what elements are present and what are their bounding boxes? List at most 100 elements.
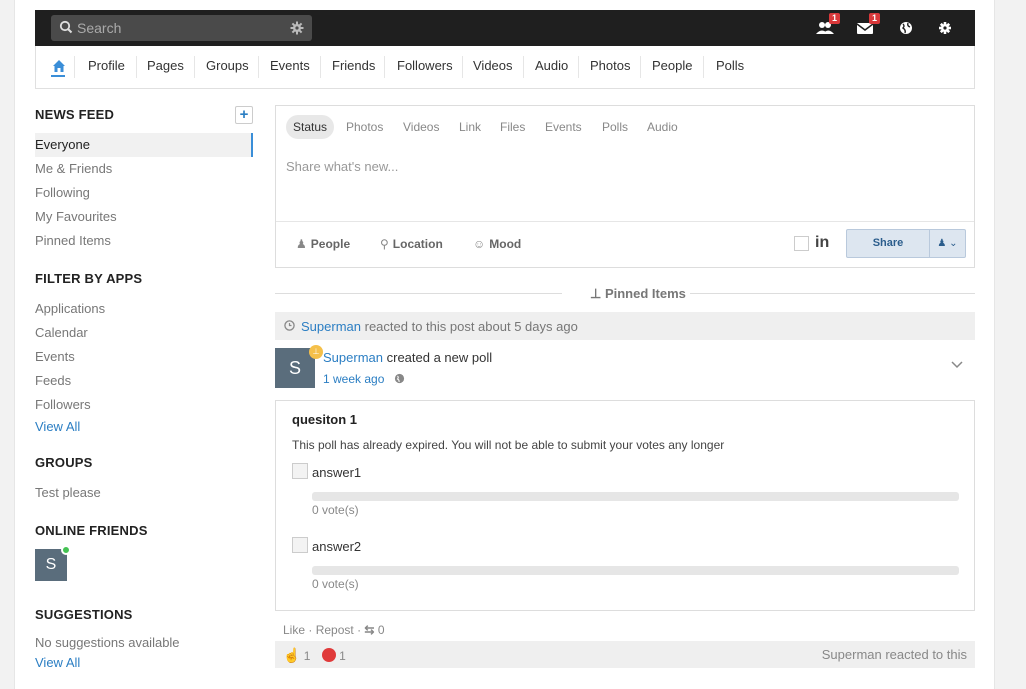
poll-answer-bar xyxy=(312,566,959,575)
nav-item-polls[interactable]: Polls xyxy=(716,58,744,73)
messages-icon[interactable]: 1 xyxy=(855,13,880,38)
like-link[interactable]: Like xyxy=(283,623,305,637)
nav-separator xyxy=(703,56,704,78)
poll-answer-checkbox[interactable] xyxy=(292,463,308,479)
suggestions-view-all-link[interactable]: View All xyxy=(35,655,80,670)
repost-icon: ⇆ xyxy=(364,623,375,637)
reactions-summary-bar: ☝ 1 1 Superman reacted to this xyxy=(275,641,975,668)
tab-files[interactable]: Files xyxy=(500,120,525,134)
tab-status[interactable]: Status xyxy=(286,115,335,139)
online-status-dot xyxy=(61,545,71,555)
post-time-text: 1 week ago xyxy=(323,372,385,386)
post-action-text: created a new poll xyxy=(386,350,493,365)
post-timestamp[interactable]: 1 week ago xyxy=(323,372,405,386)
location-button[interactable]: ⚲ Location xyxy=(380,237,443,251)
nav-item-videos[interactable]: Videos xyxy=(473,58,513,73)
online-friend-avatar[interactable]: S xyxy=(35,545,71,581)
tab-videos[interactable]: Videos xyxy=(403,120,439,134)
nav-item-events[interactable]: Events xyxy=(270,58,310,73)
nav-item-followers[interactable]: Followers xyxy=(397,58,453,73)
feed-item-following[interactable]: Following xyxy=(35,185,90,200)
reacted-text: reacted to this post about 5 days ago xyxy=(364,319,578,334)
globe-icon[interactable] xyxy=(896,18,916,38)
nav-item-friends[interactable]: Friends xyxy=(332,58,375,73)
reacted-summary-text: Superman reacted to this xyxy=(821,647,967,662)
feed-item-pinned[interactable]: Pinned Items xyxy=(35,233,111,248)
nav-separator xyxy=(640,56,641,78)
nav-item-audio[interactable]: Audio xyxy=(535,58,568,73)
suggestions-title: SUGGESTIONS xyxy=(35,607,133,622)
feed-item-favourites[interactable]: My Favourites xyxy=(35,209,117,224)
filter-item-applications[interactable]: Applications xyxy=(35,301,105,316)
nav-separator xyxy=(384,56,385,78)
post-actions: Like · Repost · ⇆ 0 xyxy=(283,623,385,637)
pinned-items-text: Pinned Items xyxy=(604,286,686,301)
group-item[interactable]: Test please xyxy=(35,485,101,500)
public-globe-icon xyxy=(394,373,404,384)
tab-photos[interactable]: Photos xyxy=(346,120,383,134)
nav-separator xyxy=(462,56,463,78)
pinned-badge-icon: ⊥ xyxy=(309,345,323,359)
chevron-down-icon: ⌄ xyxy=(946,238,958,249)
post-author-link[interactable]: Superman xyxy=(323,350,383,365)
reacted-user-link[interactable]: Superman xyxy=(301,319,361,334)
repost-count: 0 xyxy=(377,623,385,637)
privacy-dropdown[interactable]: ♟ ⌄ xyxy=(930,229,966,258)
tab-audio[interactable]: Audio xyxy=(647,120,678,134)
friend-requests-icon[interactable]: 1 xyxy=(815,13,840,38)
settings-gear-icon[interactable] xyxy=(935,18,955,38)
nav-item-people[interactable]: People xyxy=(652,58,692,73)
tag-people-button[interactable]: ♟ People xyxy=(296,237,350,251)
search-box[interactable] xyxy=(51,15,312,41)
filter-item-calendar[interactable]: Calendar xyxy=(35,325,88,340)
add-feed-button[interactable]: + xyxy=(235,106,253,124)
separator-dot: · xyxy=(308,623,316,637)
poll-answer-checkbox[interactable] xyxy=(292,537,308,553)
tab-polls[interactable]: Polls xyxy=(602,120,628,134)
status-textarea[interactable]: Share what's new... xyxy=(286,159,398,174)
linkedin-checkbox[interactable] xyxy=(794,236,809,251)
pinned-divider-left xyxy=(275,293,562,294)
filter-item-events[interactable]: Events xyxy=(35,349,75,364)
post-options-chevron-icon[interactable] xyxy=(951,358,963,370)
pinned-items-label: ⊥ Pinned Items xyxy=(590,286,686,302)
mood-button[interactable]: ☺ Mood xyxy=(473,237,521,251)
feed-item-everyone[interactable]: Everyone xyxy=(35,137,90,152)
filter-item-feeds[interactable]: Feeds xyxy=(35,373,71,388)
suggestions-empty-text: No suggestions available xyxy=(35,635,180,650)
pinned-divider-right xyxy=(690,293,975,294)
reaction-counts[interactable]: ☝ 1 1 xyxy=(283,647,346,664)
nav-separator xyxy=(194,56,195,78)
nav-item-profile[interactable]: Profile xyxy=(88,58,125,73)
nav-item-photos[interactable]: Photos xyxy=(590,58,630,73)
friend-initial: S xyxy=(45,556,57,573)
tab-events[interactable]: Events xyxy=(545,120,582,134)
clock-icon xyxy=(284,320,295,331)
nav-item-pages[interactable]: Pages xyxy=(147,58,184,73)
filter-view-all-link[interactable]: View All xyxy=(35,419,80,434)
search-icon xyxy=(59,20,73,34)
like-reaction-icon: ☝ xyxy=(283,647,301,663)
main-nav: Profile Pages Groups Events Friends Foll… xyxy=(35,46,975,89)
nav-item-groups[interactable]: Groups xyxy=(206,58,249,73)
friend-requests-badge: 1 xyxy=(828,13,840,24)
home-active-underline xyxy=(51,75,65,77)
share-button[interactable]: Share xyxy=(846,229,930,258)
tab-link[interactable]: Link xyxy=(459,120,481,134)
feed-item-me-friends[interactable]: Me & Friends xyxy=(35,161,112,176)
home-icon[interactable] xyxy=(52,58,66,74)
search-input[interactable] xyxy=(77,18,277,38)
people-label: People xyxy=(310,237,351,251)
groups-title: GROUPS xyxy=(35,455,93,470)
online-friends-title: ONLINE FRIENDS xyxy=(35,523,148,538)
nav-separator xyxy=(258,56,259,78)
angry-reaction-count: 1 xyxy=(339,649,346,663)
status-composer: Status Photos Videos Link Files Events P… xyxy=(275,105,975,268)
person-icon: ♟ xyxy=(296,237,307,251)
filter-item-followers[interactable]: Followers xyxy=(35,397,91,412)
linkedin-icon: in xyxy=(815,234,830,251)
repost-link[interactable]: Repost xyxy=(316,623,354,637)
poll-answer-label: answer1 xyxy=(312,465,362,480)
gear-icon[interactable] xyxy=(290,21,304,35)
composer-divider xyxy=(276,221,974,222)
